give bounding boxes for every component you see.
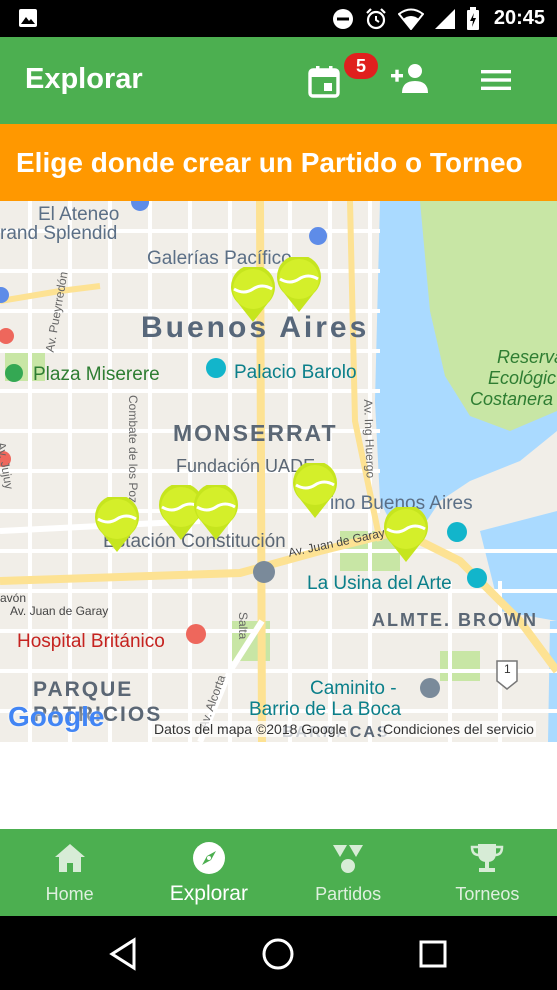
home-button-icon[interactable] [261, 937, 295, 971]
do-not-disturb-icon [332, 8, 353, 29]
signal-icon [434, 8, 455, 29]
map-label: Hospital Británico [17, 631, 165, 652]
battery-charging-icon [466, 6, 479, 30]
map-terms-link[interactable]: Condiciones del servicio [381, 721, 536, 737]
court-pin[interactable] [383, 507, 429, 563]
nav-item-explorar[interactable]: Explorar [139, 829, 278, 916]
map-view[interactable]: El Ateneo rand Splendid Galerías Pacífic… [0, 201, 557, 742]
map-label: Costanera [470, 389, 554, 409]
compass-icon [192, 842, 225, 874]
nav-item-torneos[interactable]: Torneos [418, 829, 557, 916]
court-pin[interactable] [230, 267, 276, 323]
map-label: avón [0, 591, 27, 605]
court-pin[interactable] [276, 257, 322, 313]
notification-badge[interactable]: 5 [344, 53, 378, 79]
partidos-icon [333, 845, 364, 873]
route-shield: 1 [504, 662, 511, 676]
map-label: rand Splendid [0, 223, 118, 244]
map-label: Palacio Barolo [234, 362, 357, 383]
map-label: La Usina del Arte [307, 573, 452, 594]
map-label: Plaza Miserere [33, 364, 160, 385]
menu-icon[interactable] [480, 68, 512, 92]
map-attribution: Datos del mapa ©2018 Google [152, 721, 349, 737]
nav-item-partidos[interactable]: Partidos [279, 829, 418, 916]
status-time: 20:45 [493, 7, 545, 29]
map-label: Av. Ing Huergo [361, 399, 378, 479]
map-label: Barrio de La Boca [249, 699, 402, 720]
home-icon [54, 844, 85, 872]
nav-item-home[interactable]: Home [0, 829, 139, 916]
nav-label: Explorar [169, 882, 248, 905]
image-notification-icon [19, 9, 37, 27]
recents-icon[interactable] [416, 937, 450, 971]
map-label: PARQUE [33, 678, 134, 701]
court-pin[interactable] [193, 485, 239, 541]
map-label: MONSERRAT [173, 420, 338, 446]
instruction-banner: Elige donde crear un Partido o Torneo [0, 124, 557, 201]
map-label: Caminito - [310, 678, 397, 699]
map-label: Ecológic [488, 368, 557, 388]
trophy-icon [471, 844, 504, 872]
map-label: ALMTE. BROWN [372, 610, 538, 630]
map-label: Av. Juan de Garay [10, 604, 109, 618]
map-label: Reserva [497, 347, 557, 367]
page-title: Explorar [25, 63, 143, 95]
add-user-icon[interactable] [390, 61, 430, 95]
app-bar: Explorar 5 [0, 37, 557, 124]
alarm-icon [366, 7, 386, 29]
content-area [0, 742, 557, 829]
wifi-icon [397, 8, 424, 30]
back-icon[interactable] [106, 937, 140, 971]
google-logo: Google [8, 701, 105, 732]
status-bar: 20:45 [0, 0, 557, 37]
nav-label: Partidos [315, 884, 382, 904]
bottom-navigation: Home Explorar Partidos Torneos [0, 829, 557, 916]
court-pin[interactable] [94, 497, 140, 553]
system-navigation-bar [0, 916, 557, 990]
court-pin[interactable] [292, 463, 338, 519]
nav-label: Home [45, 884, 94, 904]
nav-label: Torneos [455, 884, 520, 904]
calendar-icon[interactable] [307, 64, 341, 98]
map-label: Salta [236, 612, 250, 640]
